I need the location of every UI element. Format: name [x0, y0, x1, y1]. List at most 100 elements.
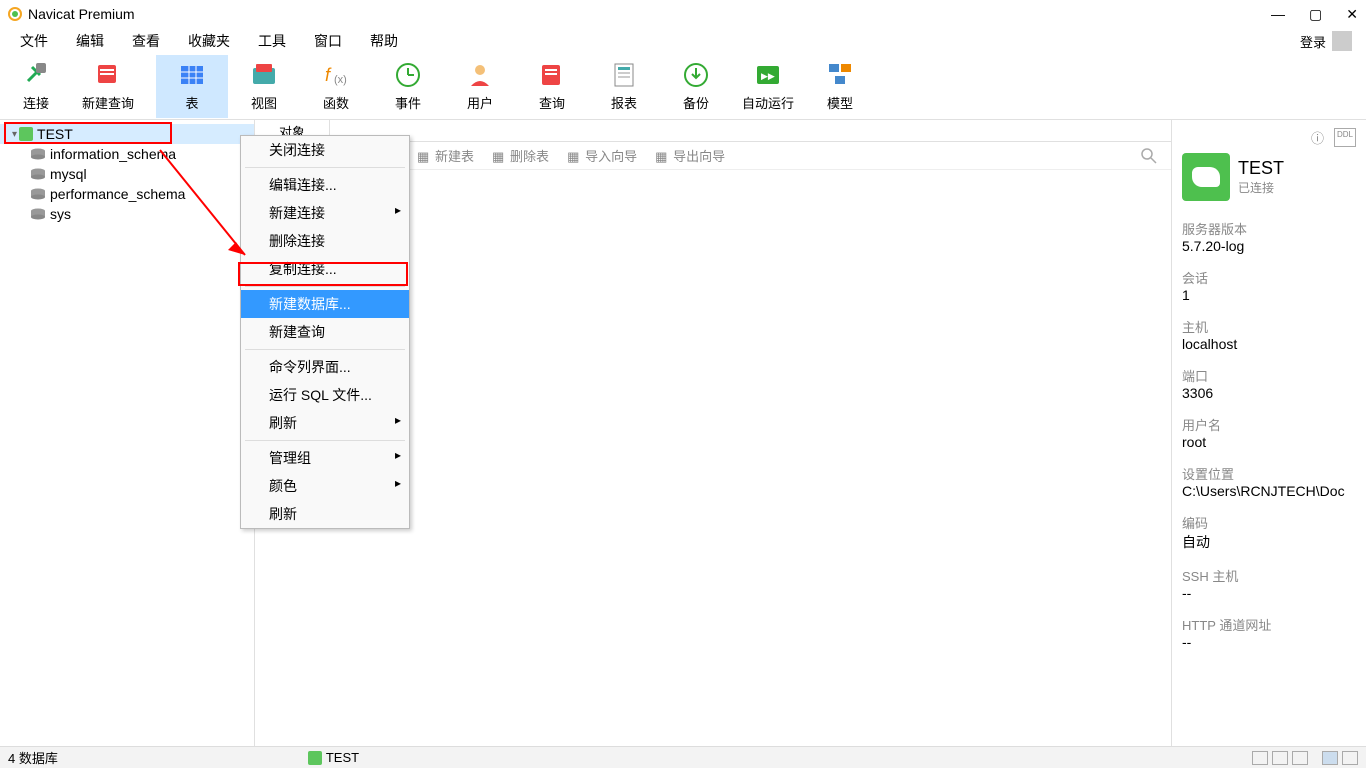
info-connection-name: TEST — [1238, 158, 1284, 179]
sidebar: ▾ TEST information_schema mysql performa… — [0, 120, 255, 746]
statusbar: 4 数据库 TEST — [0, 746, 1366, 768]
toolbar-view-label: 视图 — [251, 93, 277, 112]
menu-delete-connection[interactable]: 删除连接 — [241, 227, 409, 255]
toolbar-function[interactable]: f(x) 函数 — [300, 55, 372, 118]
menu-help[interactable]: 帮助 — [356, 28, 412, 54]
plug-icon — [22, 61, 50, 89]
menu-color[interactable]: 颜色▸ — [241, 472, 409, 500]
value-settings-path: C:\Users\RCNJTECH\Doc — [1182, 483, 1356, 499]
toolbar-model[interactable]: 模型 — [804, 55, 876, 118]
window-controls: ― ▢ ✕ — [1271, 6, 1358, 23]
status-db-count: 4 数据库 — [8, 748, 58, 767]
database-icon — [30, 208, 46, 220]
toolbar-new-query-label: 新建查询 — [82, 93, 134, 112]
info-panel: ⓘ DDL TEST 已连接 服务器版本5.7.20-log 会话1 主机loc… — [1171, 120, 1366, 746]
label-session: 会话 — [1182, 268, 1356, 287]
search-icon[interactable] — [1141, 148, 1157, 164]
minimize-icon[interactable]: ― — [1271, 6, 1285, 23]
toolbar-report[interactable]: 报表 — [588, 55, 660, 118]
menu-file[interactable]: 文件 — [6, 28, 62, 54]
tree-db-label: information_schema — [50, 146, 176, 162]
tree-db-label: performance_schema — [50, 186, 185, 202]
view-grid-icon[interactable] — [1252, 751, 1268, 765]
database-icon — [30, 168, 46, 180]
toolbar-model-label: 模型 — [827, 93, 853, 112]
maximize-icon[interactable]: ▢ — [1309, 6, 1322, 23]
database-icon — [30, 188, 46, 200]
menu-tools[interactable]: 工具 — [244, 28, 300, 54]
titlebar: Navicat Premium ― ▢ ✕ — [0, 0, 1366, 28]
tree-db-performance-schema[interactable]: performance_schema — [0, 184, 254, 204]
tree-connection-test[interactable]: ▾ TEST — [0, 124, 254, 144]
toolbar-report-label: 报表 — [611, 93, 637, 112]
action-import[interactable]: ▦导入向导 — [561, 144, 643, 167]
toolbar-autorun[interactable]: ▶▶ 自动运行 — [732, 55, 804, 118]
view-icon — [250, 61, 278, 89]
view-layout2-icon[interactable] — [1342, 751, 1358, 765]
menu-run-sql-file[interactable]: 运行 SQL 文件... — [241, 381, 409, 409]
label-http: HTTP 通道网址 — [1182, 615, 1356, 634]
view-list-icon[interactable] — [1272, 751, 1288, 765]
app-logo-icon — [8, 7, 22, 21]
action-delete-table[interactable]: ▦删除表 — [486, 144, 555, 167]
connection-icon — [308, 751, 322, 765]
report-icon — [610, 61, 638, 89]
chevron-right-icon: ▸ — [395, 203, 401, 217]
toolbar-connect[interactable]: 连接 — [0, 55, 72, 118]
function-icon: f(x) — [322, 61, 350, 89]
menu-refresh-2[interactable]: 刷新 — [241, 500, 409, 528]
close-icon[interactable]: ✕ — [1346, 6, 1358, 23]
model-icon — [826, 61, 854, 89]
menubar: 文件 编辑 查看 收藏夹 工具 窗口 帮助 登录 — [0, 28, 1366, 54]
toolbar-event[interactable]: 事件 — [372, 55, 444, 118]
menu-new-database[interactable]: 新建数据库... — [241, 290, 409, 318]
value-host: localhost — [1182, 336, 1356, 352]
toolbar-autorun-label: 自动运行 — [742, 93, 794, 112]
login-area[interactable]: 登录 — [1300, 31, 1360, 51]
toolbar-user-label: 用户 — [467, 93, 493, 112]
svg-text:(x): (x) — [334, 74, 347, 86]
menu-copy-connection[interactable]: 复制连接... — [241, 255, 409, 283]
menu-manage-group[interactable]: 管理组▸ — [241, 444, 409, 472]
value-ssh: -- — [1182, 585, 1356, 601]
chevron-right-icon: ▸ — [395, 413, 401, 427]
toolbar-view[interactable]: 视图 — [228, 55, 300, 118]
info-icon[interactable]: ⓘ — [1311, 128, 1324, 147]
menu-new-connection[interactable]: 新建连接▸ — [241, 199, 409, 227]
menu-view[interactable]: 查看 — [118, 28, 174, 54]
menu-edit[interactable]: 编辑 — [62, 28, 118, 54]
menu-new-query[interactable]: 新建查询 — [241, 318, 409, 346]
label-host: 主机 — [1182, 317, 1356, 336]
whale-icon — [1182, 153, 1230, 201]
toolbar-backup[interactable]: 备份 — [660, 55, 732, 118]
value-encoding: 自动 — [1182, 532, 1356, 552]
chevron-down-icon: ▾ — [12, 129, 17, 140]
query-icon — [538, 61, 566, 89]
tree-db-sys[interactable]: sys — [0, 204, 254, 224]
toolbar-query[interactable]: 查询 — [516, 55, 588, 118]
menu-edit-connection[interactable]: 编辑连接... — [241, 171, 409, 199]
toolbar-backup-label: 备份 — [683, 93, 709, 112]
tree-db-label: mysql — [50, 166, 87, 182]
ddl-icon[interactable]: DDL — [1334, 128, 1356, 147]
menu-favorites[interactable]: 收藏夹 — [174, 28, 244, 54]
event-icon — [394, 61, 422, 89]
menu-close-connection[interactable]: 关闭连接 — [241, 136, 409, 164]
toolbar-table[interactable]: 表 — [156, 55, 228, 118]
label-port: 端口 — [1182, 366, 1356, 385]
menu-window[interactable]: 窗口 — [300, 28, 356, 54]
action-export[interactable]: ▦导出向导 — [649, 144, 731, 167]
tree-db-information-schema[interactable]: information_schema — [0, 144, 254, 164]
toolbar-new-query[interactable]: 新建查询 — [72, 55, 144, 118]
menu-refresh[interactable]: 刷新▸ — [241, 409, 409, 437]
toolbar-user[interactable]: 用户 — [444, 55, 516, 118]
menu-command-line[interactable]: 命令列界面... — [241, 353, 409, 381]
avatar-icon — [1332, 31, 1352, 51]
action-new-table[interactable]: ▦新建表 — [411, 144, 480, 167]
chevron-right-icon: ▸ — [395, 476, 401, 490]
view-mode-switcher — [1252, 751, 1358, 765]
view-layout1-icon[interactable] — [1322, 751, 1338, 765]
tree-db-mysql[interactable]: mysql — [0, 164, 254, 184]
toolbar-connect-label: 连接 — [23, 93, 49, 112]
view-detail-icon[interactable] — [1292, 751, 1308, 765]
